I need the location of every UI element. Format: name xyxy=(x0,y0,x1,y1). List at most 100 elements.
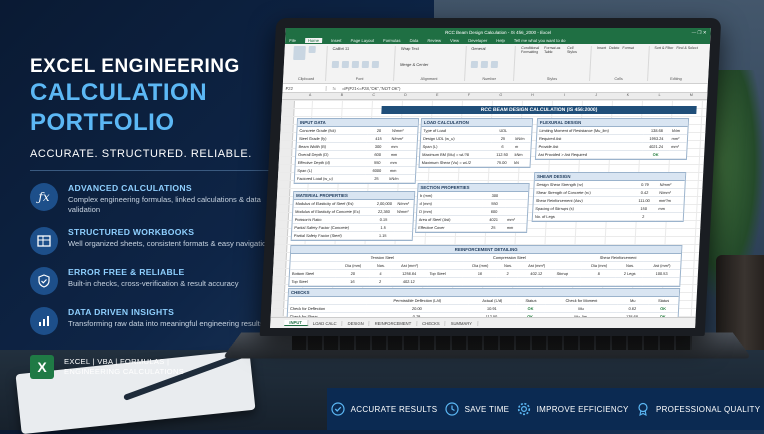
merge-center-button[interactable]: Merge & Center xyxy=(400,62,460,67)
sheet-tab-reinforcement[interactable]: REINFORCEMENT xyxy=(369,320,418,326)
name-box[interactable]: F22 xyxy=(282,85,327,91)
row-value[interactable]: 25 xyxy=(365,174,388,183)
row-value[interactable]: OK xyxy=(642,150,669,159)
table-row: Design Shear Strength (τv) 0.79 N/mm² xyxy=(534,181,685,189)
underline-icon[interactable] xyxy=(351,60,359,68)
row-value[interactable]: 25 xyxy=(492,134,514,143)
column-header[interactable]: E xyxy=(421,93,453,99)
column-header[interactable]: C xyxy=(358,93,390,99)
tab-home[interactable]: Home xyxy=(304,38,323,43)
tab-review[interactable]: Review xyxy=(427,38,441,43)
italic-icon[interactable] xyxy=(341,60,349,68)
sort-filter-button[interactable]: Sort & Filter xyxy=(654,46,673,50)
row-value[interactable]: 4021 xyxy=(481,215,506,224)
row-label: Steel Grade (fy) xyxy=(296,134,368,143)
paste-icon[interactable] xyxy=(293,46,306,60)
find-select-button[interactable]: Find & Select xyxy=(676,46,698,50)
column-header[interactable]: G xyxy=(485,93,517,99)
row-value[interactable]: 415 xyxy=(367,134,390,143)
font-size-select[interactable]: 11 xyxy=(345,46,349,51)
excel-badge-line1: EXCEL | VBA | FORMULAS | xyxy=(64,357,170,366)
tab-view[interactable]: View xyxy=(450,38,459,43)
row-value[interactable]: 600 xyxy=(366,150,389,159)
row-value[interactable]: 4021.24 xyxy=(642,142,670,151)
row-value[interactable]: 2,00,000 xyxy=(373,200,396,208)
row-value[interactable]: 2 xyxy=(630,212,657,221)
percent-icon[interactable] xyxy=(480,60,488,68)
tab-file[interactable]: File xyxy=(289,38,296,43)
column-header[interactable]: H xyxy=(516,93,548,99)
row-value[interactable]: 138.68 xyxy=(643,127,671,135)
delete-cells-button[interactable]: Delete xyxy=(609,46,620,50)
formula-input[interactable]: =IF(F21<=F28,"OK","NOT OK") xyxy=(342,86,401,91)
row-value[interactable]: 111.00 xyxy=(631,196,658,205)
row-value[interactable]: 550 xyxy=(366,158,389,167)
row-value[interactable]: 1.15 xyxy=(371,231,394,240)
row-value[interactable]: 550 xyxy=(482,199,507,208)
row-value[interactable]: 0.42 xyxy=(631,188,658,197)
cell-styles-button[interactable]: Cell Styles xyxy=(567,46,583,54)
sheet-tab-load-calc[interactable]: LOAD CALC xyxy=(307,320,343,326)
column-header[interactable]: F xyxy=(453,93,485,99)
column-header[interactable]: B xyxy=(326,93,358,99)
wrap-text-button[interactable]: Wrap Text xyxy=(401,46,461,51)
row-unit: N/mm² xyxy=(389,127,418,135)
currency-icon[interactable] xyxy=(470,60,478,68)
row-value[interactable]: 600 xyxy=(482,207,506,216)
row-value[interactable]: 75.00 xyxy=(491,158,513,167)
row-value[interactable]: 22,360 xyxy=(372,207,396,216)
column-header[interactable]: A xyxy=(294,93,326,99)
row-value[interactable]: 20 xyxy=(367,127,391,135)
row-value[interactable]: 6 xyxy=(491,142,514,151)
ribbon: Clipboard Calibri 11 Font Wrap Text Merg… xyxy=(282,44,710,84)
conditional-formatting-button[interactable]: Conditional Formatting xyxy=(521,46,541,54)
fill-color-icon[interactable] xyxy=(371,60,379,68)
column-header[interactable]: J xyxy=(580,93,612,99)
tension-title: Tension Steel xyxy=(336,254,429,262)
row-value[interactable]: 300 xyxy=(366,142,390,151)
bold-icon[interactable] xyxy=(331,60,339,68)
row-label: Required Ast xyxy=(536,134,644,143)
font-name-select[interactable]: Calibri xyxy=(332,46,344,51)
row-unit: kN/m xyxy=(387,174,416,183)
tab-developer[interactable]: Developer xyxy=(468,38,487,43)
tab-data[interactable]: Data xyxy=(409,38,418,43)
row-value[interactable]: 112.50 xyxy=(491,150,513,159)
borders-icon[interactable] xyxy=(361,60,369,68)
block-header: LOAD CALCULATION xyxy=(421,119,533,127)
row-value[interactable]: 300 xyxy=(483,192,507,200)
bottom-bar: ACCURATE RESULTS SAVE TIME IMPROVE EFFIC… xyxy=(327,388,764,430)
tab-formulas[interactable]: Formulas xyxy=(383,38,401,43)
col-status: Status xyxy=(515,297,547,305)
column-header[interactable]: I xyxy=(548,93,580,99)
row-value[interactable]: 1.5 xyxy=(371,223,395,232)
window-controls[interactable]: — ❐ ✕ xyxy=(692,28,707,37)
tab-page-layout[interactable]: Page Layout xyxy=(350,38,374,43)
row-unit: mm xyxy=(388,142,417,151)
sheet-tab-checks[interactable]: CHECKS xyxy=(417,320,446,326)
row-value[interactable]: 150 xyxy=(630,204,657,213)
column-header[interactable]: L xyxy=(644,93,676,99)
number-format-select[interactable]: General xyxy=(471,46,510,51)
format-cells-button[interactable]: Format xyxy=(622,46,634,50)
column-header[interactable]: M xyxy=(675,93,707,99)
row-value[interactable]: 1953.24 xyxy=(643,134,670,143)
row-value[interactable]: UDL xyxy=(492,127,515,135)
tab-insert[interactable]: Insert xyxy=(331,38,342,43)
sheet-tab-design[interactable]: DESIGN xyxy=(342,320,370,326)
row-label: D (mm) xyxy=(416,207,483,216)
row-value[interactable]: 0.79 xyxy=(631,181,658,189)
row-value[interactable]: 0.15 xyxy=(372,215,395,224)
insert-cells-button[interactable]: Insert xyxy=(597,46,606,50)
comma-icon[interactable] xyxy=(490,60,498,68)
tab-help[interactable]: Help xyxy=(496,38,505,43)
format-as-table-button[interactable]: Format as Table xyxy=(544,46,564,54)
tell-me-search[interactable]: Tell me what you want to do xyxy=(514,38,566,43)
cut-icon[interactable] xyxy=(308,46,316,53)
sheet-tab-input[interactable]: INPUT xyxy=(284,320,309,326)
column-header[interactable]: K xyxy=(612,93,644,99)
sheet-tab-summary[interactable]: SUMMARY xyxy=(445,320,479,326)
row-value[interactable]: 25 xyxy=(481,223,506,232)
row-value[interactable]: 6000 xyxy=(365,166,389,175)
column-header[interactable]: D xyxy=(389,93,421,99)
